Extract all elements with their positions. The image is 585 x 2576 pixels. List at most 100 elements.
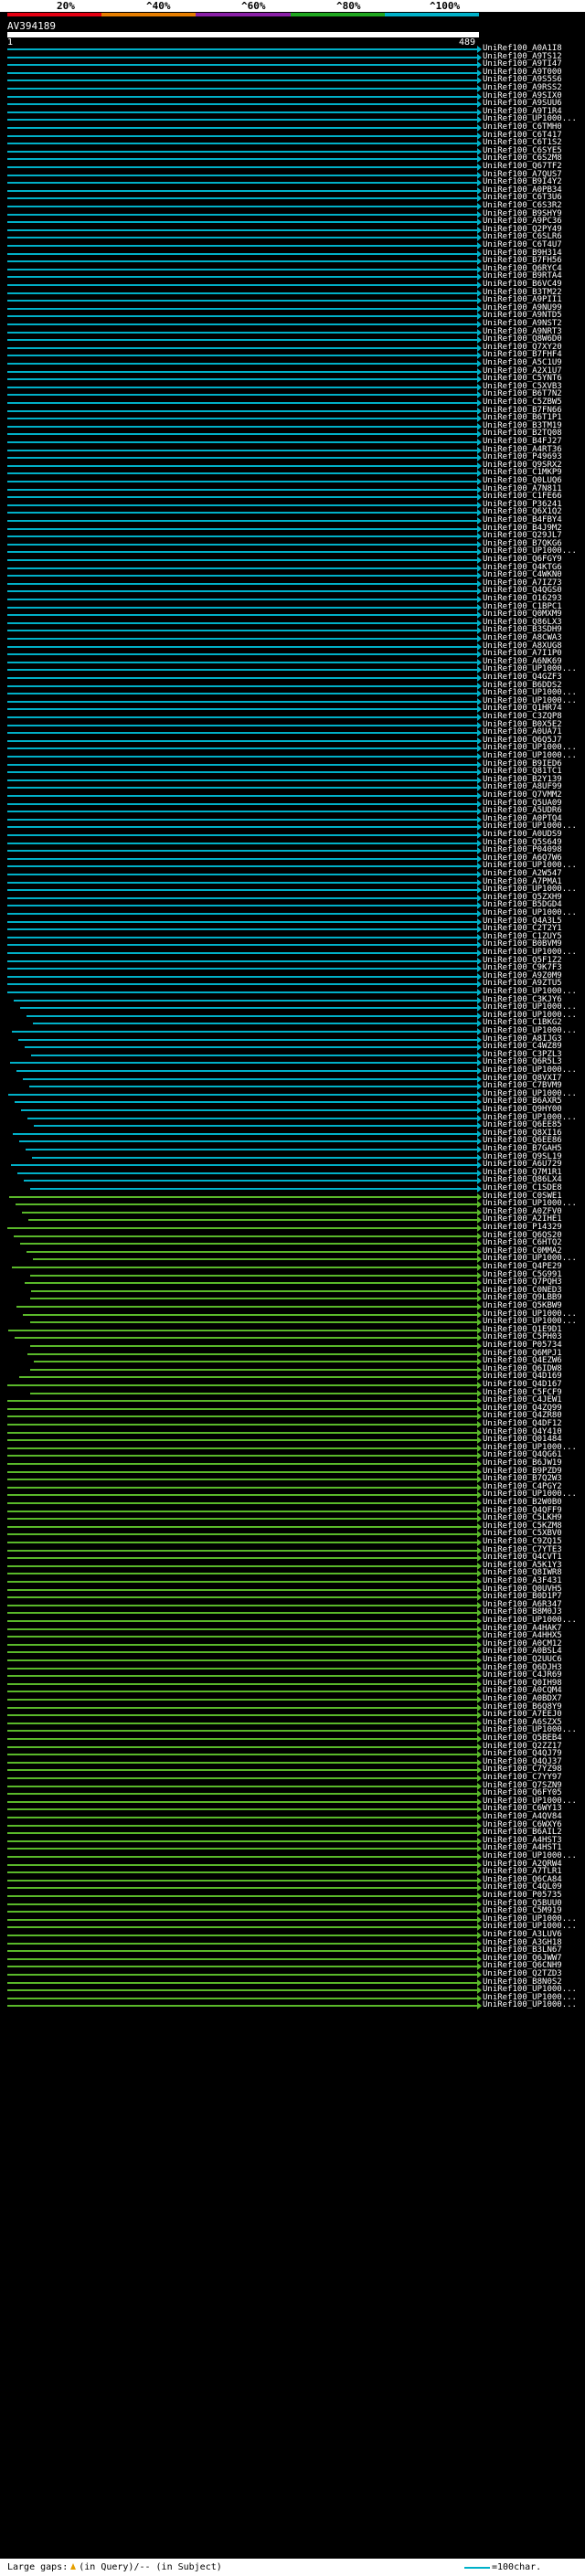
hit-label[interactable]: UniRef100_UP1000... [483, 2000, 577, 2009]
hit-arrow-icon [477, 321, 482, 328]
hit-arrow-icon [477, 1932, 482, 1939]
hit-alignment-line [7, 1871, 477, 1874]
hit-alignment-line [7, 472, 477, 475]
gap-marker-icon [70, 2563, 77, 2570]
hit-alignment-line [7, 1596, 477, 1599]
hit-arrow-icon [477, 164, 482, 171]
hit-arrow-icon [477, 273, 482, 281]
hit-arrow-icon [477, 1059, 482, 1067]
hit-arrow-icon [477, 1539, 482, 1546]
hit-arrow-icon [477, 957, 482, 965]
hit-arrow-icon [477, 304, 482, 313]
hit-alignment-line [7, 834, 477, 836]
hit-alignment-line [7, 300, 477, 302]
hit-alignment-line [7, 1510, 477, 1512]
hit-arrow-icon [477, 1028, 482, 1035]
hit-arrow-icon [477, 1507, 482, 1515]
hit-alignment-line [7, 88, 477, 90]
hit-arrow-icon [477, 226, 482, 234]
hit-arrow-icon [477, 242, 482, 249]
hit-alignment-line [7, 119, 477, 122]
hit-arrow-icon [477, 1696, 482, 1703]
legend-gaps-label: Large gaps: [7, 2562, 69, 2572]
hit-alignment-line [7, 1769, 477, 1772]
hit-arrow-icon [477, 1107, 482, 1114]
legend-gaps-detail: (in Query)/-- (in Subject) [79, 2562, 222, 2572]
hit-alignment-line [7, 881, 477, 884]
hit-arrow-icon [477, 493, 482, 502]
hit-alignment-line [7, 1407, 477, 1410]
hit-arrow-icon [477, 1436, 482, 1445]
hit-alignment-line [16, 1203, 477, 1206]
hit-arrow-icon [477, 1476, 482, 1484]
hit-arrow-icon [477, 1468, 482, 1476]
hit-arrow-icon [477, 871, 482, 878]
hit-arrow-icon [477, 1640, 482, 1648]
hit-arrow-icon [477, 1146, 482, 1153]
hit-alignment-line [7, 959, 477, 962]
hit-alignment-line [7, 143, 477, 145]
hit-arrow-icon [477, 729, 482, 737]
hit-arrow-icon [477, 1829, 482, 1838]
hit-arrow-icon [477, 1421, 482, 1428]
hit-alignment-line [7, 418, 477, 420]
hit-arrow-icon [477, 1609, 482, 1617]
hit-arrow-icon [477, 509, 482, 517]
hit-arrow-icon [477, 1978, 482, 1987]
hit-arrow-icon [477, 697, 482, 705]
hit-arrow-icon [477, 1594, 482, 1602]
hit-alignment-line [7, 1415, 477, 1418]
hit-arrow-icon [477, 344, 482, 352]
hit-arrow-icon [477, 603, 482, 611]
hit-arrow-icon [477, 1397, 482, 1405]
hit-arrow-icon [477, 674, 482, 682]
hit-arrow-icon [477, 1090, 482, 1098]
hit-arrow-icon [477, 1892, 482, 1900]
hit-arrow-icon [477, 1129, 482, 1138]
hit-alignment-line [7, 1424, 477, 1426]
hit-arrow-icon [477, 579, 482, 588]
hit-arrow-icon [477, 525, 482, 533]
hit-arrow-icon [477, 297, 482, 305]
hit-alignment-line [7, 1942, 477, 1945]
hit-arrow-icon [477, 800, 482, 808]
hit-alignment-line [7, 221, 477, 224]
hit-arrow-icon [477, 1177, 482, 1185]
hit-alignment-line [7, 677, 477, 679]
hit-arrow-icon [477, 1216, 482, 1224]
hit-arrow-icon [477, 470, 482, 478]
hit-arrow-icon [477, 289, 482, 297]
hit-alignment-line [7, 504, 477, 506]
hit-alignment-line [16, 1070, 477, 1072]
hit-arrow-icon [477, 461, 482, 470]
hit-alignment-line [30, 1392, 477, 1394]
hit-alignment-line [7, 567, 477, 569]
hit-alignment-line [12, 1031, 477, 1033]
hit-arrow-icon [477, 792, 482, 800]
hit-alignment-line [30, 1345, 477, 1347]
hit-alignment-line [7, 787, 477, 790]
hit-alignment-line [7, 559, 477, 561]
hit-arrow-icon [477, 1004, 482, 1012]
hit-arrow-icon [477, 557, 482, 564]
hit-arrow-icon [477, 596, 482, 603]
hit-arrow-icon [477, 1884, 482, 1892]
hit-arrow-icon [477, 1515, 482, 1523]
hit-arrow-icon [477, 917, 482, 926]
hit-alignment-line [7, 975, 477, 978]
hit-alignment-line [7, 952, 477, 954]
hit-arrow-icon [477, 658, 482, 666]
hit-alignment-line [7, 739, 477, 742]
hit-arrow-icon [477, 1758, 482, 1766]
hit-arrow-icon [477, 179, 482, 187]
hit-alignment-line [7, 409, 477, 412]
hit-arrow-icon [477, 941, 482, 949]
hit-row[interactable]: UniRef100_UP1000... [0, 2000, 585, 2010]
hit-arrow-icon [477, 1350, 482, 1358]
hit-arrow-icon [477, 627, 482, 635]
hit-arrow-icon [477, 1044, 482, 1052]
hit-alignment-line [7, 928, 477, 931]
hit-alignment-line [7, 315, 477, 318]
hit-alignment-line [7, 1974, 477, 1976]
hit-arrow-icon [477, 1908, 482, 1916]
